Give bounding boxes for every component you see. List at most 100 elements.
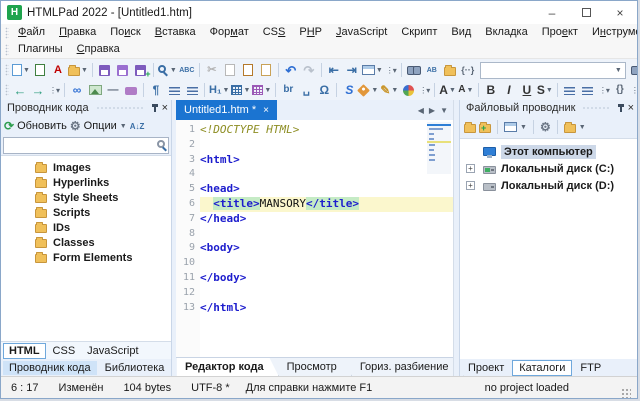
dropdown-icon[interactable]: ▼ — [23, 67, 30, 74]
code-line-10[interactable] — [200, 256, 453, 271]
code-explorer-search-input[interactable] — [4, 140, 157, 152]
ordered-list-button[interactable] — [183, 81, 201, 99]
open-file-button[interactable]: ▼ — [67, 61, 89, 79]
code-search-button[interactable]: {··} — [459, 61, 477, 79]
view-mode-dropdown-icon[interactable]: ▼ — [520, 124, 527, 131]
menu-вид[interactable]: Вид — [444, 25, 478, 40]
dropdown-icon[interactable]: ▼ — [467, 87, 474, 94]
close-panel-icon[interactable]: × — [628, 102, 634, 114]
menu-скрипт[interactable]: Скрипт — [394, 25, 444, 40]
code-line-13[interactable]: </html> — [200, 301, 453, 316]
toolbar-overflow-icon[interactable]: ⋮▾ — [384, 66, 398, 75]
close-button[interactable]: × — [603, 1, 637, 24]
tab-scroll-left-icon[interactable]: ◀ — [418, 106, 424, 115]
menu-вкладка[interactable]: Вкладка — [478, 25, 534, 40]
code-snippets-button[interactable]: ▼ — [361, 61, 384, 79]
insert-script-button[interactable]: S — [340, 81, 358, 99]
paste-button[interactable] — [239, 61, 257, 79]
favorites-folder-icon[interactable] — [564, 124, 576, 133]
toolbar-overflow-icon[interactable]: ⋮▾ — [597, 86, 611, 95]
paragraph-button[interactable]: ¶ — [147, 81, 165, 99]
menu-правка[interactable]: Правка — [52, 25, 103, 40]
menu-справка[interactable]: Справка — [70, 42, 127, 57]
close-panel-icon[interactable]: × — [162, 102, 168, 114]
tree-item-scripts[interactable]: Scripts — [1, 205, 171, 220]
tree-item-этот-компьютер[interactable]: Этот компьютер — [460, 143, 637, 160]
undo-button[interactable]: ↶ — [282, 61, 300, 79]
dropdown-icon[interactable]: ▼ — [264, 87, 271, 94]
dropdown-icon[interactable]: ▼ — [223, 87, 230, 94]
tree-item-локальный-диск-c[interactable]: +Локальный диск (C:) — [460, 160, 637, 177]
insert-form-button[interactable]: ▼ — [251, 81, 272, 99]
insert-tag-button[interactable]: ▼ — [358, 81, 379, 99]
insert-hr-button[interactable]: — — [104, 81, 122, 99]
color-picker-button[interactable] — [399, 81, 417, 99]
view-tab-гориз-разбиение[interactable]: Гориз. разбиение — [352, 358, 464, 376]
tab-close-icon[interactable]: × — [263, 105, 269, 116]
panel-tab-ftp[interactable]: FTP — [574, 361, 607, 375]
align-left-button[interactable] — [561, 81, 579, 99]
code-line-2[interactable] — [200, 138, 453, 153]
code-line-11[interactable]: </body> — [200, 271, 453, 286]
menu-плагины[interactable]: Плагины — [11, 42, 70, 57]
strikethrough-button[interactable]: S▼ — [536, 81, 554, 99]
code-line-1[interactable]: <!DOCTYPE HTML> — [200, 123, 453, 138]
tree-item-form-elements[interactable]: Form Elements — [1, 250, 171, 265]
language-tab-html[interactable]: HTML — [3, 343, 46, 359]
dropdown-icon[interactable]: ▼ — [376, 67, 383, 74]
dropdown-icon[interactable]: ▼ — [81, 67, 88, 74]
insert-nbsp-button[interactable]: ␣ — [297, 81, 315, 99]
new-document-button[interactable]: ▼ — [11, 61, 31, 79]
code-braces-button[interactable]: {} — [611, 81, 629, 99]
insert-table-button[interactable]: ▼ — [230, 81, 251, 99]
tree-item-style-sheets[interactable]: Style Sheets — [1, 190, 171, 205]
font-size-button[interactable]: A▼ — [457, 81, 475, 99]
save-button[interactable] — [96, 61, 114, 79]
maximize-button[interactable] — [569, 1, 603, 24]
resize-grip[interactable] — [621, 388, 631, 398]
menu-формат[interactable]: Формат — [203, 25, 256, 40]
redo-button[interactable]: ↷ — [300, 61, 318, 79]
italic-button[interactable]: I — [500, 81, 518, 99]
document-tab[interactable]: Untitled1.htm * × — [176, 100, 277, 120]
refresh-button[interactable]: Обновить — [17, 120, 67, 132]
panel-tab-каталоги[interactable]: Каталоги — [512, 360, 572, 376]
tree-item-images[interactable]: Images — [1, 160, 171, 175]
expander-icon[interactable]: + — [466, 181, 475, 190]
toolbar-overflow-icon[interactable]: ⋮▾ — [47, 86, 61, 95]
menu-поиск[interactable]: Поиск — [103, 25, 148, 40]
dropdown-icon[interactable]: ▼ — [170, 67, 177, 74]
cut-button[interactable]: ✂ — [203, 61, 221, 79]
tree-item-classes[interactable]: Classes — [1, 235, 171, 250]
underline-button[interactable]: U — [518, 81, 536, 99]
code-line-7[interactable]: </head> — [200, 212, 453, 227]
new-folder-icon[interactable] — [479, 124, 491, 133]
insert-link-button[interactable]: ∞ — [68, 81, 86, 99]
open-html-document-button[interactable] — [31, 61, 49, 79]
tree-item-локальный-диск-d[interactable]: +Локальный диск (D:) — [460, 177, 637, 194]
tree-item-hyperlinks[interactable]: Hyperlinks — [1, 175, 171, 190]
paste-special-button[interactable] — [257, 61, 275, 79]
unordered-list-button[interactable] — [165, 81, 183, 99]
insert-br-button[interactable]: br — [279, 81, 297, 99]
code-line-12[interactable] — [200, 286, 453, 301]
menu-css[interactable]: CSS — [256, 25, 293, 40]
insert-image-button[interactable] — [86, 81, 104, 99]
dropdown-icon[interactable]: ▼ — [449, 87, 456, 94]
gear-icon[interactable]: ⚙ — [70, 120, 81, 132]
new-from-template-button[interactable]: A — [49, 61, 67, 79]
insert-comment-button[interactable] — [122, 81, 140, 99]
code-line-8[interactable] — [200, 227, 453, 242]
code-line-5[interactable]: <head> — [200, 182, 453, 197]
refresh-icon[interactable]: ⟳ — [4, 120, 14, 132]
gear-icon[interactable]: ⚙ — [540, 121, 551, 133]
copy-button[interactable] — [221, 61, 239, 79]
find-next-button[interactable] — [629, 61, 637, 79]
code-line-3[interactable]: <html> — [200, 153, 453, 168]
tree-item-ids[interactable]: IDs — [1, 220, 171, 235]
view-tab-просмотр[interactable]: Просмотр — [279, 358, 352, 376]
panel-tab-проект[interactable]: Проект — [462, 361, 510, 375]
dropdown-icon[interactable]: ▼ — [391, 87, 398, 94]
spell-check-button[interactable]: ABC — [178, 61, 196, 79]
bold-button[interactable]: B — [482, 81, 500, 99]
